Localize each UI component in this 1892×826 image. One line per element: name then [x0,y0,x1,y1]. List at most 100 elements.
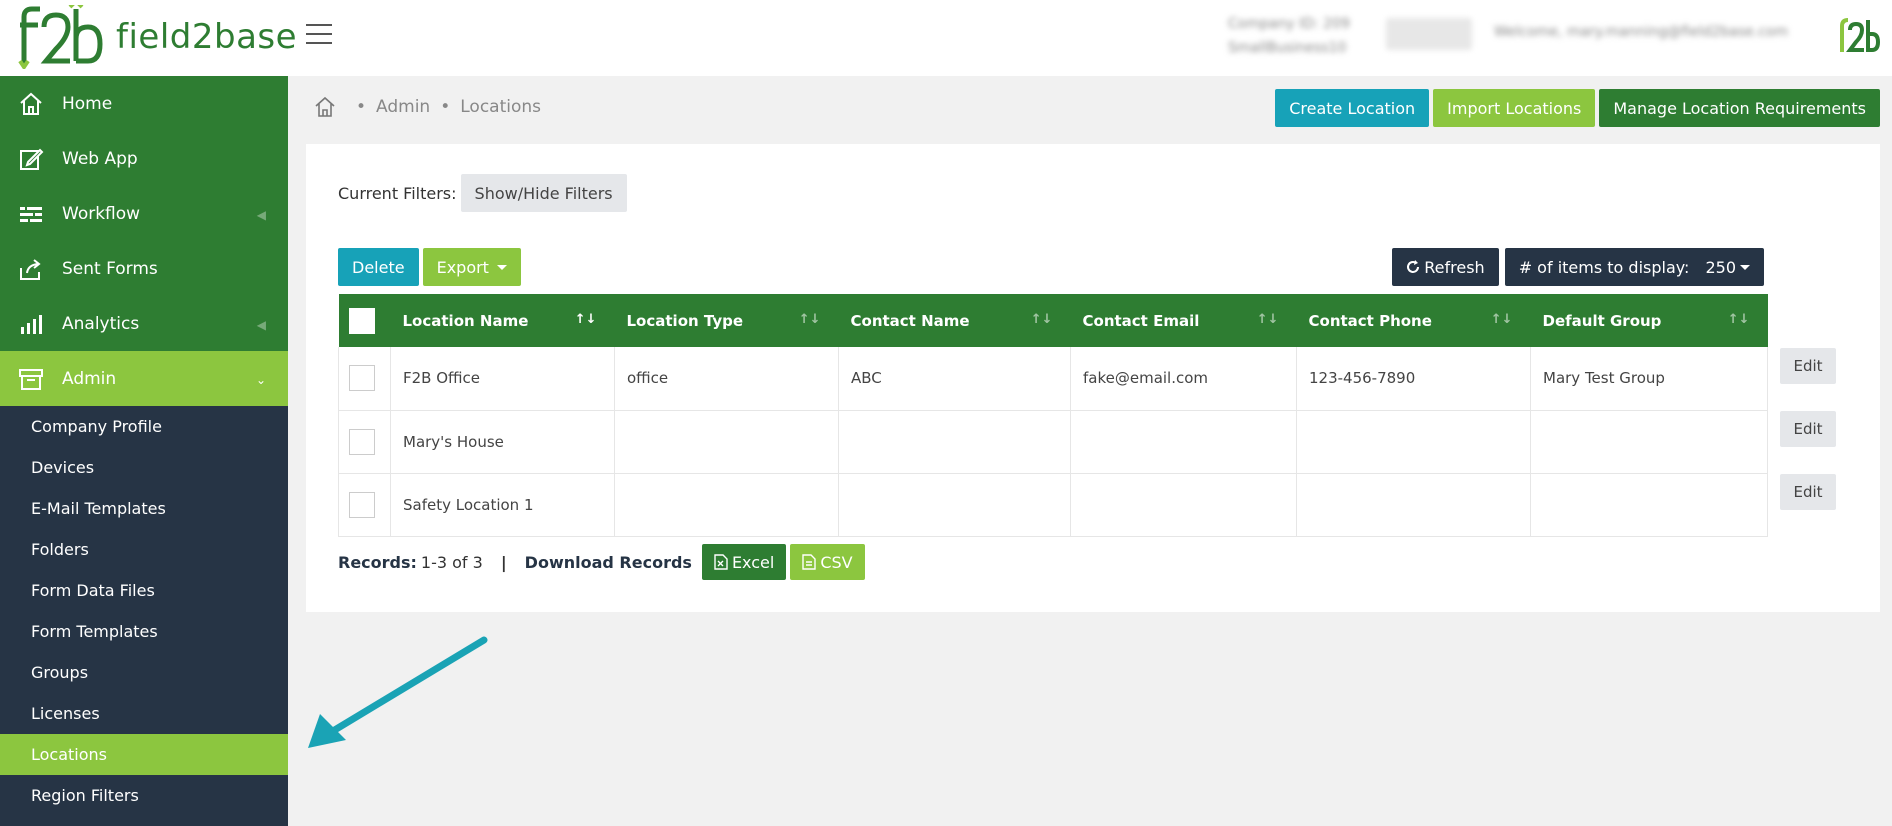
home-icon [20,92,42,115]
items-per-page-dropdown[interactable]: # of items to display: 250 [1504,248,1764,286]
column-label: Location Name [402,311,529,330]
sidebar-main-nav: Home Web App Workflow ◀ Sent Forms Analy… [0,76,288,406]
breadcrumb-separator: • [440,97,451,117]
cell-contact-name: ABC [838,347,1071,410]
column-contact-name[interactable]: Contact Name ↑↓ [839,294,1071,347]
refresh-button[interactable]: Refresh [1392,248,1499,286]
chevron-down-icon: ⌄ [255,373,266,387]
sidebar-subitem-devices[interactable]: Devices [0,447,288,488]
breadcrumb-admin[interactable]: Admin [376,97,430,117]
sidebar-item-home[interactable]: Home [0,76,288,131]
f2b-logo-icon [18,5,103,69]
csv-file-icon [802,554,817,570]
sidebar-item-sent-forms[interactable]: Sent Forms [0,241,288,296]
sidebar-subitem-email-templates[interactable]: E-Mail Templates [0,488,288,529]
sort-icon[interactable]: ↑↓ [1728,312,1750,327]
cell-default-group: Mary Test Group [1530,347,1768,410]
column-location-name[interactable]: Location Name ↑↓ [391,294,615,347]
field2base-logo[interactable]: field2base [18,4,297,70]
edit-button[interactable]: Edit [1780,474,1836,510]
items-per-page-value: 250 [1705,257,1736,277]
current-filters: Current Filters: Show/Hide Filters [338,174,627,212]
manage-location-requirements-button[interactable]: Manage Location Requirements [1599,89,1880,127]
create-location-button[interactable]: Create Location [1275,89,1430,127]
annotation-arrow-icon [308,636,488,748]
edit-buttons-column: Edit Edit Edit [1780,348,1836,537]
column-default-group[interactable]: Default Group ↑↓ [1531,294,1768,347]
breadcrumb: • Admin • Locations [314,96,541,118]
sort-icon[interactable]: ↑↓ [1491,312,1513,327]
welcome-text: Welcome, mary.manning@field2base.com [1494,24,1789,40]
row-select-cell [338,347,391,410]
cell-contact-phone [1296,410,1531,473]
filters-label: Current Filters: [338,183,457,203]
cell-contact-name [838,473,1071,536]
edit-button[interactable]: Edit [1780,348,1836,384]
cell-contact-name [838,410,1071,473]
delete-button[interactable]: Delete [338,248,419,286]
row-checkbox[interactable] [349,365,375,392]
row-select-cell [338,473,391,536]
sidebar-item-admin[interactable]: Admin ⌄ [0,351,288,406]
cell-location-type [614,410,839,473]
menu-toggle-icon[interactable] [306,24,332,46]
column-location-type[interactable]: Location Type ↑↓ [615,294,839,347]
select-all-checkbox[interactable] [348,307,375,334]
table-row: F2B Office office ABC fake@email.com 123… [338,347,1768,410]
excel-file-icon [714,554,728,570]
column-label: Contact Phone [1308,311,1432,330]
download-csv-button[interactable]: CSV [790,544,865,580]
sidebar-subitem-form-data-files[interactable]: Form Data Files [0,570,288,611]
sidebar-subitem-company-profile[interactable]: Company Profile [0,406,288,447]
caret-down-icon [1740,264,1750,270]
sidebar-subitem-folders[interactable]: Folders [0,529,288,570]
refresh-label: Refresh [1424,257,1485,277]
sidebar-subitem-region-filters[interactable]: Region Filters [0,775,288,816]
excel-label: Excel [731,552,775,572]
company-info: Company ID: 209 SmallBusiness10 [1228,12,1350,60]
row-select-cell [338,410,391,473]
sidebar-item-web-app[interactable]: Web App [0,131,288,186]
user-dropdown[interactable] [1386,18,1472,50]
locations-card: Current Filters: Show/Hide Filters Delet… [306,144,1880,612]
cell-location-type [614,473,839,536]
download-excel-button[interactable]: Excel [701,544,787,580]
sort-icon[interactable]: ↑↓ [1257,312,1279,327]
export-dropdown-button[interactable]: Export [422,248,521,286]
cell-contact-email [1070,410,1297,473]
records-footer: Records: 1-3 of 3 | Download Records Exc… [338,544,869,580]
sidebar-item-analytics[interactable]: Analytics ◀ [0,296,288,351]
sort-icon[interactable]: ↑↓ [1031,312,1053,327]
chevron-left-icon: ◀ [256,318,266,332]
column-label: Contact Name [850,311,970,330]
table-header-row: Location Name ↑↓ Location Type ↑↓ Contact … [338,294,1768,347]
sidebar-subitem-groups[interactable]: Groups [0,652,288,693]
cell-contact-email: fake@email.com [1070,347,1297,410]
row-checkbox[interactable] [349,491,375,518]
home-icon[interactable] [314,96,336,118]
sidebar-subitem-licenses[interactable]: Licenses [0,693,288,734]
row-checkbox[interactable] [349,428,375,455]
show-hide-filters-button[interactable]: Show/Hide Filters [460,174,627,212]
edit-icon [20,148,44,170]
column-contact-phone[interactable]: Contact Phone ↑↓ [1297,294,1531,347]
sidebar-item-label: Workflow [62,203,141,224]
import-locations-button[interactable]: Import Locations [1433,89,1596,127]
edit-button[interactable]: Edit [1780,411,1836,447]
logo-text: field2base [116,17,298,57]
sidebar-subitem-form-templates[interactable]: Form Templates [0,611,288,652]
records-count: 1-3 of 3 [420,552,483,572]
sort-icon[interactable]: ↑↓ [575,312,597,327]
sidebar-subitem-locations[interactable]: Locations [0,734,288,775]
cell-location-type: office [614,347,839,410]
column-label: Contact Email [1082,311,1200,330]
sidebar-item-label: Home [62,93,113,114]
sort-icon[interactable]: ↑↓ [799,312,821,327]
f2b-small-logo-icon[interactable] [1836,16,1880,56]
sidebar: Home Web App Workflow ◀ Sent Forms Analy… [0,76,288,826]
table-row: Safety Location 1 [338,473,1768,536]
sidebar-item-workflow[interactable]: Workflow ◀ [0,186,288,241]
column-contact-email[interactable]: Contact Email ↑↓ [1071,294,1297,347]
chevron-left-icon: ◀ [256,208,266,222]
table-toolbar-left: Delete Export [338,248,521,286]
